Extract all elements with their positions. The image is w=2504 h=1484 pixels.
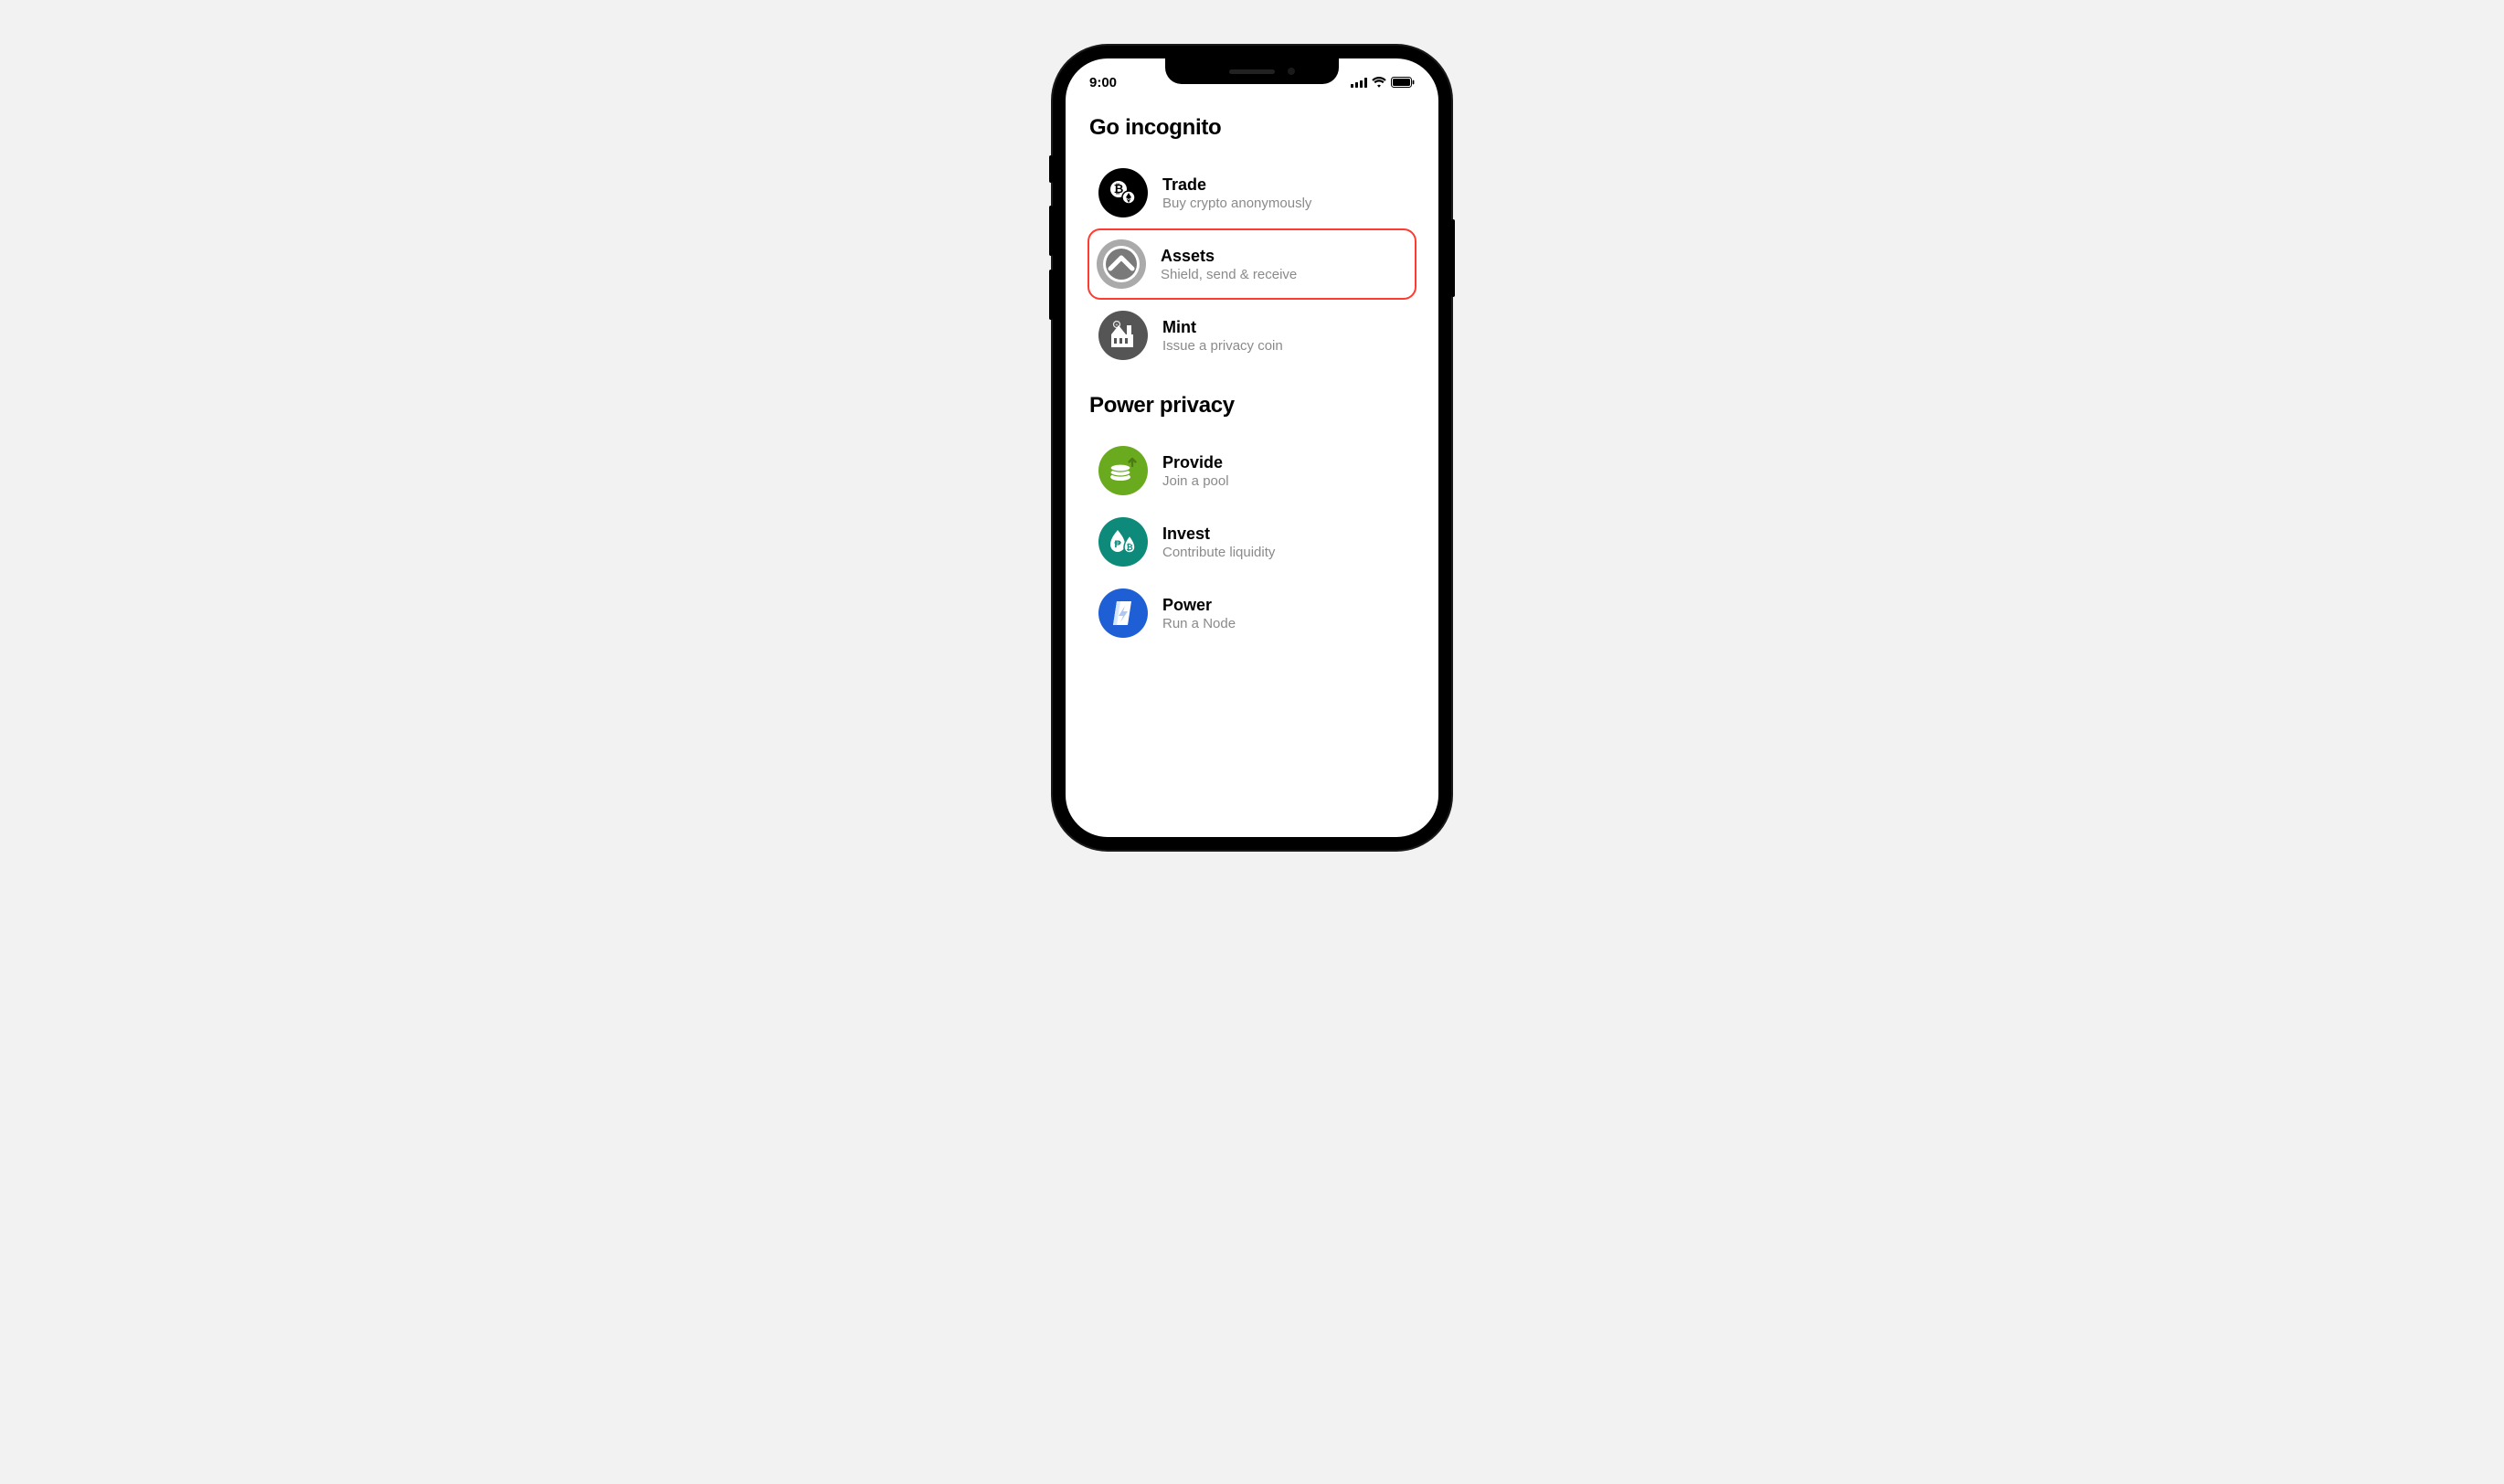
trade-icon: ₿ — [1098, 168, 1148, 217]
provide-icon — [1098, 446, 1148, 495]
phone-frame: 9:00 Go incognito ₿ — [1053, 46, 1451, 850]
menu-item-subtitle: Buy crypto anonymously — [1162, 196, 1311, 211]
svg-text:₱: ₱ — [1114, 539, 1121, 550]
menu-item-subtitle: Issue a privacy coin — [1162, 338, 1283, 354]
svg-text:₿: ₿ — [1114, 182, 1124, 196]
menu-item-subtitle: Shield, send & receive — [1161, 267, 1297, 282]
menu-item-assets[interactable]: Assets Shield, send & receive — [1088, 228, 1416, 300]
menu-item-mint[interactable]: + Mint Issue a privacy coin — [1089, 300, 1415, 371]
invest-icon: ₱₿ — [1098, 517, 1148, 567]
phone-screen: 9:00 Go incognito ₿ — [1066, 58, 1438, 837]
section-power-privacy: Power privacy Provide Join a pool — [1089, 393, 1415, 649]
menu-item-subtitle: Join a pool — [1162, 473, 1229, 489]
menu-item-subtitle: Run a Node — [1162, 616, 1236, 631]
menu-item-title: Power — [1162, 596, 1236, 615]
notch-camera — [1288, 68, 1295, 75]
status-indicators — [1351, 77, 1415, 88]
menu-item-title: Invest — [1162, 525, 1275, 544]
menu-item-title: Provide — [1162, 453, 1229, 472]
volume-up-button — [1049, 206, 1053, 256]
svg-text:₿: ₿ — [1126, 543, 1132, 552]
phone-notch — [1165, 58, 1339, 84]
section-go-incognito: Go incognito ₿ Trade Buy crypto anonymou… — [1089, 115, 1415, 371]
menu-item-title: Assets — [1161, 247, 1297, 266]
menu-item-power[interactable]: Power Run a Node — [1089, 578, 1415, 649]
menu-item-title: Mint — [1162, 318, 1283, 337]
status-time: 9:00 — [1089, 75, 1117, 90]
battery-icon — [1391, 77, 1415, 88]
wifi-icon — [1372, 77, 1386, 88]
silent-switch — [1049, 155, 1053, 183]
menu-item-subtitle: Contribute liquidity — [1162, 545, 1275, 560]
section-title-power-privacy: Power privacy — [1089, 393, 1415, 419]
menu-item-title: Trade — [1162, 175, 1311, 195]
cellular-icon — [1351, 78, 1367, 88]
notch-speaker — [1229, 69, 1275, 74]
menu-item-provide[interactable]: Provide Join a pool — [1089, 435, 1415, 506]
screen-content: Go incognito ₿ Trade Buy crypto anonymou… — [1066, 95, 1438, 649]
assets-icon — [1097, 239, 1146, 289]
mint-icon: + — [1098, 311, 1148, 360]
power-button — [1451, 219, 1455, 297]
section-title-go-incognito: Go incognito — [1089, 115, 1415, 141]
menu-item-invest[interactable]: ₱₿ Invest Contribute liquidity — [1089, 506, 1415, 578]
power-icon — [1098, 588, 1148, 638]
svg-text:+: + — [1116, 323, 1119, 328]
volume-down-button — [1049, 270, 1053, 320]
menu-item-trade[interactable]: ₿ Trade Buy crypto anonymously — [1089, 157, 1415, 228]
